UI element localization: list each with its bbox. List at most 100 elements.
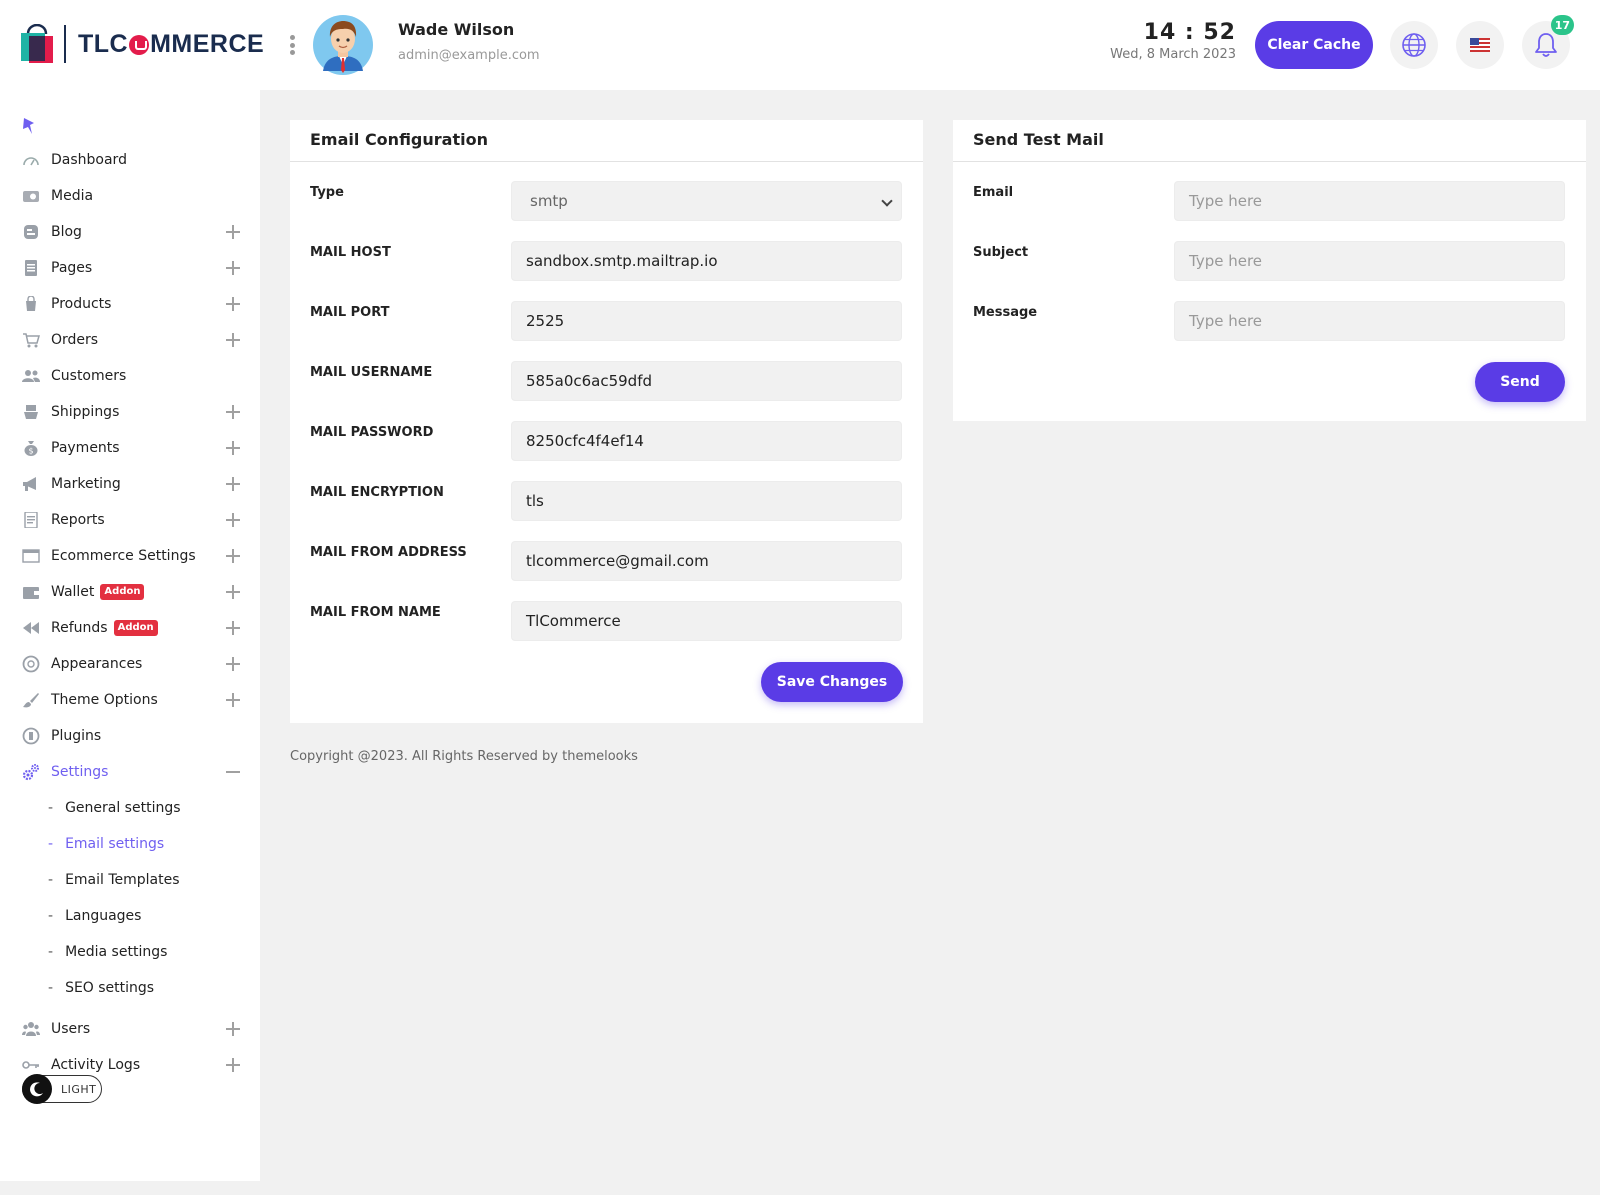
speedometer-icon [22, 151, 40, 169]
sidebar-item-reports[interactable]: Reports [0, 502, 260, 538]
svg-text:$: $ [28, 447, 33, 456]
expand-plus-icon[interactable] [226, 1022, 240, 1036]
sidebar-item-payments[interactable]: $ Payments [0, 430, 260, 466]
user-name: Wade Wilson [398, 20, 515, 39]
mail-encryption-input[interactable]: tls [511, 481, 902, 521]
users-icon [22, 1020, 40, 1038]
mail-type-select[interactable]: smtp [511, 181, 902, 221]
sidebar-item-dashboard[interactable]: Dashboard [0, 142, 260, 178]
expand-plus-icon[interactable] [226, 297, 240, 311]
sidebar-item-products[interactable]: Products [0, 286, 260, 322]
email-configuration-card: Email Configuration Type smtp MAIL HOST … [290, 120, 923, 723]
customers-icon [22, 367, 40, 385]
language-flag-button[interactable] [1456, 21, 1504, 69]
window-icon [22, 547, 40, 565]
sidebar-item-marketing[interactable]: Marketing [0, 466, 260, 502]
globe-icon [1402, 33, 1426, 57]
sidebar-item-media[interactable]: Media [0, 178, 260, 214]
clock-date: Wed, 8 March 2023 [1110, 47, 1236, 62]
sidebar-item-plugins[interactable]: Plugins [0, 718, 260, 754]
addon-badge: Addon [113, 620, 158, 636]
mail-from-address-input[interactable]: tlcommerce@gmail.com [511, 541, 902, 581]
logo-divider [64, 25, 66, 63]
email-configuration-title: Email Configuration [290, 120, 923, 162]
sidebar-item-settings[interactable]: Settings [0, 754, 260, 790]
expand-plus-icon[interactable] [226, 477, 240, 491]
chevron-down-icon [881, 195, 893, 207]
save-changes-button[interactable]: Save Changes [761, 662, 903, 702]
brand-logo[interactable]: TLC MMERCE [20, 24, 264, 64]
theme-toggle-label: LIGHT [61, 1082, 97, 1096]
us-flag-icon [1470, 38, 1490, 52]
expand-plus-icon[interactable] [226, 621, 240, 635]
pages-icon [22, 259, 40, 277]
sidebar-item-refunds[interactable]: Refunds Addon [0, 610, 260, 646]
send-test-mail-title: Send Test Mail [953, 120, 1586, 162]
submenu-item-email-settings[interactable]: - Email settings [48, 826, 260, 862]
expand-plus-icon[interactable] [226, 513, 240, 527]
mail-from-name-input[interactable]: TlCommerce [511, 601, 902, 641]
send-button[interactable]: Send [1475, 362, 1565, 402]
sidebar: Dashboard Media Blog Pages Products Orde… [0, 90, 260, 1181]
expand-plus-icon[interactable] [226, 1058, 240, 1072]
clock: 14 : 52 Wed, 8 March 2023 [1110, 20, 1236, 62]
expand-plus-icon[interactable] [226, 441, 240, 455]
expand-plus-icon[interactable] [226, 333, 240, 347]
theme-toggle[interactable]: LIGHT [22, 1074, 102, 1104]
user-email: admin@example.com [398, 48, 540, 63]
language-globe-button[interactable] [1390, 21, 1438, 69]
sidebar-item-pages[interactable]: Pages [0, 250, 260, 286]
expand-plus-icon[interactable] [226, 693, 240, 707]
notification-count-badge: 17 [1550, 15, 1574, 35]
sidebar-item-wallet[interactable]: Wallet Addon [0, 574, 260, 610]
submenu-item-email-templates[interactable]: - Email Templates [48, 862, 260, 898]
sidebar-item-ecommerce-settings[interactable]: Ecommerce Settings [0, 538, 260, 574]
bell-icon [1535, 33, 1557, 57]
user-avatar[interactable] [313, 13, 373, 77]
mail-host-input[interactable]: sandbox.smtp.mailtrap.io [511, 241, 902, 281]
money-bag-icon: $ [22, 439, 40, 457]
expand-plus-icon[interactable] [226, 657, 240, 671]
submenu-item-general-settings[interactable]: - General settings [48, 790, 260, 826]
clear-cache-button[interactable]: Clear Cache [1255, 21, 1373, 69]
test-subject-input[interactable]: Type here [1174, 241, 1565, 281]
sidebar-item-appearances[interactable]: Appearances [0, 646, 260, 682]
shipping-icon [22, 403, 40, 421]
pin-icon[interactable] [20, 116, 38, 136]
sidebar-nav: Dashboard Media Blog Pages Products Orde… [0, 142, 260, 1083]
sidebar-item-theme-options[interactable]: Theme Options [0, 682, 260, 718]
test-email-input[interactable]: Type here [1174, 181, 1565, 221]
mail-password-input[interactable]: 8250cfc4f4ef14 [511, 421, 902, 461]
media-icon [22, 187, 40, 205]
submenu-item-media-settings[interactable]: - Media settings [48, 934, 260, 970]
rewind-icon [22, 619, 40, 637]
shopping-bag-logo-icon [21, 24, 53, 63]
expand-plus-icon[interactable] [226, 549, 240, 563]
sidebar-item-blog[interactable]: Blog [0, 214, 260, 250]
sidebar-item-users[interactable]: Users [0, 1011, 260, 1047]
moon-icon [22, 1074, 52, 1104]
cart-o-icon [129, 35, 150, 55]
clock-time: 14 : 52 [1143, 20, 1236, 45]
gears-icon [22, 763, 40, 781]
addon-badge: Addon [100, 584, 145, 600]
plug-icon [22, 727, 40, 745]
expand-plus-icon[interactable] [226, 405, 240, 419]
brush-icon [22, 691, 40, 709]
submenu-item-languages[interactable]: - Languages [48, 898, 260, 934]
test-message-input[interactable]: Type here [1174, 301, 1565, 341]
submenu-item-seo-settings[interactable]: - SEO settings [48, 970, 260, 1006]
sidebar-item-orders[interactable]: Orders [0, 322, 260, 358]
expand-plus-icon[interactable] [226, 585, 240, 599]
reports-icon [22, 511, 40, 529]
mail-port-input[interactable]: 2525 [511, 301, 902, 341]
expand-plus-icon[interactable] [226, 225, 240, 239]
kebab-menu-icon[interactable] [289, 35, 295, 55]
brand-name: TLC MMERCE [78, 29, 265, 58]
collapse-minus-icon[interactable] [226, 771, 240, 773]
sidebar-item-shippings[interactable]: Shippings [0, 394, 260, 430]
sidebar-item-customers[interactable]: Customers [0, 358, 260, 394]
mail-username-input[interactable]: 585a0c6ac59dfd [511, 361, 902, 401]
expand-plus-icon[interactable] [226, 261, 240, 275]
notifications-button[interactable]: 17 [1522, 15, 1574, 69]
